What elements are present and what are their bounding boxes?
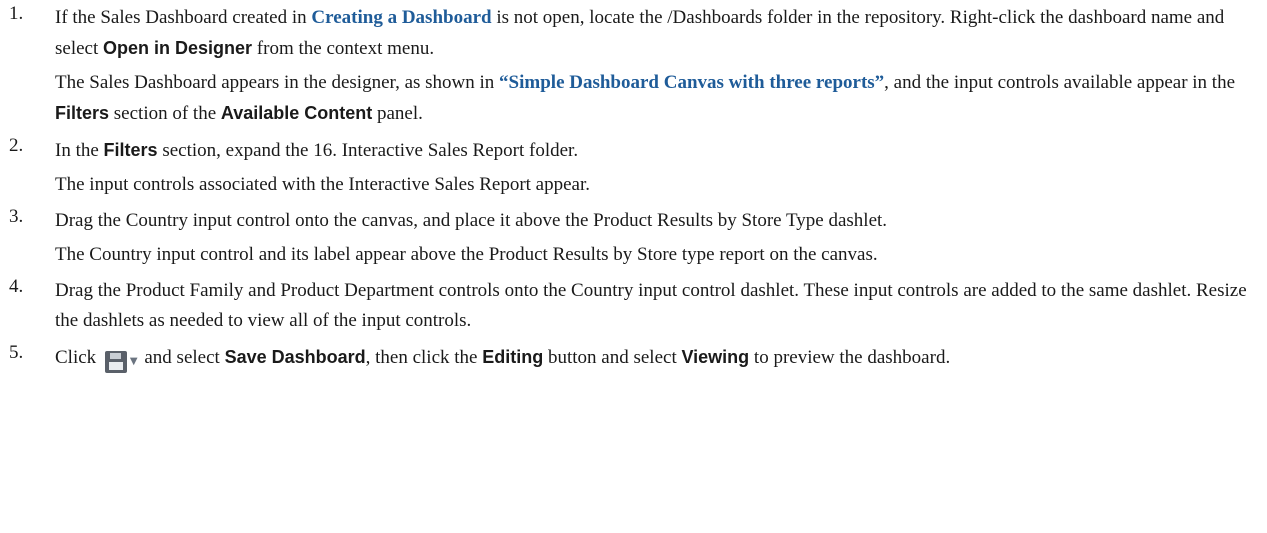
filters-term: Filters — [103, 140, 158, 160]
available-content-term: Available Content — [220, 103, 373, 123]
step-instruction: If the Sales Dashboard created in Creati… — [55, 3, 1267, 64]
step-text: to preview the dashboard. — [749, 347, 951, 368]
save-menu-image: ▼ — [104, 346, 138, 377]
step-text: and select — [139, 347, 225, 368]
step-instruction: In the Filters section, expand the 16. I… — [55, 135, 1267, 166]
result-text: , and the input controls available appea… — [884, 72, 1236, 93]
step-4: 4. Drag the Product Family and Product D… — [9, 276, 1267, 336]
step-text: Click — [55, 347, 101, 368]
simple-dashboard-canvas-link[interactable]: “Simple Dashboard Canvas with three repo… — [499, 72, 884, 93]
creating-dashboard-link[interactable]: Creating a Dashboard — [311, 7, 491, 28]
step-instruction: Drag the Product Family and Product Depa… — [55, 280, 1247, 331]
step-result: The Sales Dashboard appears in the desig… — [55, 68, 1267, 129]
open-in-designer-term: Open in Designer — [103, 38, 253, 58]
step-number: 1. — [9, 3, 24, 24]
step-text: , then click the — [365, 347, 483, 368]
step-1: 1. If the Sales Dashboard created in Cre… — [9, 3, 1267, 129]
step-number: 2. — [9, 135, 24, 156]
step-text: In the — [55, 140, 104, 161]
caret-down-icon: ▼ — [129, 355, 138, 367]
step-2: 2. In the Filters section, expand the 16… — [9, 135, 1267, 200]
save-icon — [104, 350, 127, 373]
editing-term: Editing — [482, 347, 544, 367]
step-instruction: Click ▼ and select Save Dashboard, then … — [55, 342, 1267, 377]
filters-term: Filters — [55, 103, 110, 123]
step-3: 3. Drag the Country input control onto t… — [9, 206, 1267, 270]
step-text: section, expand the 16. Interactive Sale… — [157, 140, 579, 161]
viewing-term: Viewing — [681, 347, 750, 367]
step-text: button and select — [543, 347, 682, 368]
save-dashboard-term: Save Dashboard — [224, 347, 366, 367]
step-text: from the context menu. — [252, 38, 435, 59]
result-text: The Sales Dashboard appears in the desig… — [55, 72, 500, 93]
procedure-steps: 1. If the Sales Dashboard created in Cre… — [9, 3, 1267, 377]
document-body: 1. If the Sales Dashboard created in Cre… — [0, 0, 1267, 377]
step-5: 5. Click ▼ and select Save Dashboard, th… — [9, 342, 1267, 377]
step-result: The Country input control and its label … — [55, 244, 878, 265]
step-instruction: Drag the Country input control onto the … — [55, 210, 888, 231]
step-number: 3. — [9, 206, 24, 227]
result-text: panel. — [372, 103, 423, 124]
step-text: If the Sales Dashboard created in — [55, 7, 312, 28]
step-result: The input controls associated with the I… — [55, 174, 590, 195]
step-number: 4. — [9, 276, 24, 297]
result-text: section of the — [109, 103, 221, 124]
step-number: 5. — [9, 342, 24, 363]
